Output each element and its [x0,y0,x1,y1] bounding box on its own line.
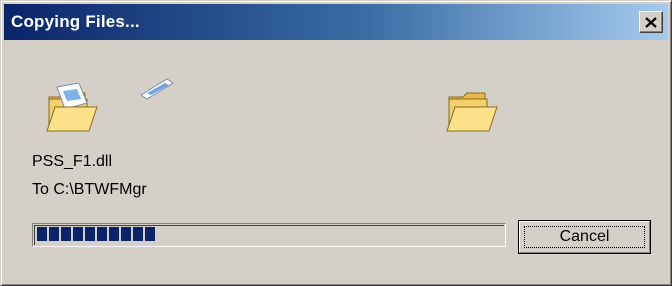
destination-folder-icon [446,92,498,132]
progress-block [109,227,119,241]
cancel-button-label: Cancel [559,228,610,245]
progress-block [133,227,143,241]
progress-bar [32,223,506,247]
flying-document-icon [140,78,174,100]
progress-fill [37,227,155,241]
window-title: Copying Files... [11,12,140,31]
progress-block [145,227,155,241]
progress-block [49,227,59,241]
progress-block [97,227,107,241]
progress-block [121,227,131,241]
progress-block [37,227,47,241]
close-icon [645,16,657,28]
cancel-button[interactable]: Cancel [518,220,651,254]
source-folder-icon [46,83,98,132]
progress-block [61,227,71,241]
copying-files-dialog: Copying Files... PSS_F1.dll To C:\BTWFMg… [0,0,672,286]
file-name-label: PSS_F1.dll [32,153,113,170]
progress-block [85,227,95,241]
close-button[interactable] [639,11,663,33]
title-bar[interactable]: Copying Files... [4,4,668,40]
progress-block [73,227,83,241]
destination-label: To C:\BTWFMgr [32,181,147,198]
